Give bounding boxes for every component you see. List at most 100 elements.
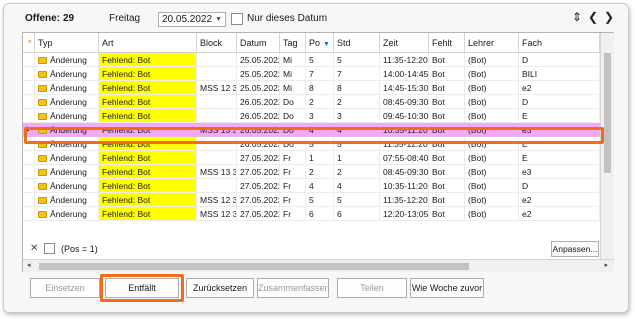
cell-tag[interactable]: Do [280,95,306,109]
cell-std[interactable]: 7 [334,67,380,81]
cell-po[interactable]: 7 [306,67,334,81]
scroll-right-icon[interactable]: ▸ [604,261,608,269]
cell-lehrer[interactable]: (Bot) [465,53,519,67]
cell-datum[interactable]: 26.05.2022 [237,137,280,151]
cell-typ[interactable]: Änderung [35,123,99,137]
cell-std[interactable]: 5 [334,137,380,151]
cell-tag[interactable]: Mi [280,81,306,95]
row-indicator-cell[interactable] [23,81,35,95]
cell-art[interactable]: Fehlend: Bot [99,207,197,221]
cell-block[interactable] [197,179,237,193]
cell-block[interactable] [197,137,237,151]
close-icon[interactable]: ✕ [30,243,38,254]
table-row[interactable]: Änderung Fehlend: Bot MSS 12 3227.05.2022F… [23,207,600,221]
cell-typ[interactable]: Änderung [35,53,99,67]
cell-art[interactable]: Fehlend: Bot [99,81,197,95]
cell-typ[interactable]: Änderung [35,109,99,123]
cell-tag[interactable]: Fr [280,207,306,221]
cell-zeit[interactable]: 08:45-09:30 [380,95,429,109]
cell-block[interactable]: MSS 12 31 [197,193,237,207]
teilen-button[interactable]: Teilen [337,278,407,298]
cell-fach[interactable]: D [519,179,600,193]
cell-tag[interactable]: Fr [280,179,306,193]
cell-lehrer[interactable]: (Bot) [465,95,519,109]
cell-datum[interactable]: 26.05.2022 [237,95,280,109]
cell-fehlt[interactable]: Bot [429,123,465,137]
row-indicator-cell[interactable]: ▶ [23,123,35,137]
cell-po[interactable]: 5 [306,53,334,67]
cell-datum[interactable]: 26.05.2022 [237,123,280,137]
cell-tag[interactable]: Do [280,109,306,123]
cell-fach[interactable]: E [519,137,600,151]
row-indicator-cell[interactable] [23,53,35,67]
table-row[interactable]: Änderung Fehlend: Bot 25.05.2022 Mi 7 7 14:00-… [23,67,600,81]
cell-lehrer[interactable]: (Bot) [465,165,519,179]
cell-fehlt[interactable]: Bot [429,165,465,179]
cell-std[interactable]: 2 [334,165,380,179]
cell-fach[interactable]: BILI [519,67,600,81]
cell-art[interactable]: Fehlend: Bot [99,179,197,193]
cell-typ[interactable]: Änderung [35,179,99,193]
cell-block[interactable] [197,95,237,109]
vertical-scrollbar[interactable] [600,33,614,259]
cell-datum[interactable]: 27.05.2022 [237,165,280,179]
cell-art[interactable]: Fehlend: Bot [99,123,197,137]
cell-fehlt[interactable]: Bot [429,193,465,207]
cell-po[interactable]: 8 [306,81,334,95]
column-header-block[interactable]: Block [197,33,237,53]
cell-fach[interactable]: e2 [519,81,600,95]
cell-po[interactable]: 4 [306,123,334,137]
table-row[interactable]: Änderung Fehlend: Bot MSS 13 3527.05.2022F… [23,165,600,179]
cell-lehrer[interactable]: (Bot) [465,123,519,137]
cell-fach[interactable]: E [519,151,600,165]
customize-button[interactable]: Anpassen... [551,241,599,257]
cell-fehlt[interactable]: Bot [429,109,465,123]
cell-lehrer[interactable]: (Bot) [465,207,519,221]
cell-art[interactable]: Fehlend: Bot [99,151,197,165]
row-indicator-cell[interactable] [23,193,35,207]
zuruecksetzen-button[interactable]: Zurücksetzen [186,278,254,298]
cell-block[interactable] [197,151,237,165]
row-indicator-cell[interactable] [23,179,35,193]
cell-datum[interactable]: 25.05.2022 [237,53,280,67]
chevron-left-icon[interactable]: ❮ [588,10,598,24]
cell-fehlt[interactable]: Bot [429,179,465,193]
cell-lehrer[interactable]: (Bot) [465,67,519,81]
einsetzen-button[interactable]: Einsetzen [30,278,100,298]
entfaellt-button[interactable]: Entfällt [105,278,179,298]
column-header-tag[interactable]: Tag [280,33,306,53]
cell-po[interactable]: 5 [306,137,334,151]
cell-art[interactable]: Fehlend: Bot [99,193,197,207]
row-indicator-cell[interactable] [23,137,35,151]
column-header-datum[interactable]: Datum [237,33,280,53]
cell-fach[interactable]: e3 [519,165,600,179]
cell-zeit[interactable]: 10:35-11:20 [380,179,429,193]
cell-po[interactable]: 6 [306,207,334,221]
cell-lehrer[interactable]: (Bot) [465,109,519,123]
column-header-zeit[interactable]: Zeit [380,33,429,53]
cell-zeit[interactable]: 14:45-15:30 [380,81,429,95]
row-indicator-cell[interactable] [23,67,35,81]
cell-zeit[interactable]: 07:55-08:40 [380,151,429,165]
cell-lehrer[interactable]: (Bot) [465,81,519,95]
cell-fehlt[interactable]: Bot [429,151,465,165]
cell-typ[interactable]: Änderung [35,193,99,207]
wie-woche-zuvor-button[interactable]: Wie Woche zuvor [410,278,484,298]
vertical-scroll-thumb[interactable] [604,53,611,173]
cell-fehlt[interactable]: Bot [429,81,465,95]
cell-po[interactable]: 2 [306,95,334,109]
date-picker[interactable]: 20.05.2022 ▼ [158,12,226,27]
zusammenfassen-button[interactable]: Zusammenfassen [257,278,330,298]
cell-datum[interactable]: 27.05.2022 [237,207,280,221]
cell-art[interactable]: Fehlend: Bot [99,137,197,151]
cell-tag[interactable]: Fr [280,165,306,179]
chevron-down-icon[interactable]: ▼ [215,14,222,26]
horizontal-scroll-thumb[interactable] [39,263,469,270]
cell-fehlt[interactable]: Bot [429,95,465,109]
table-row[interactable]: Änderung Fehlend: Bot MSS 12 3025.05.2022M… [23,81,600,95]
cell-fach[interactable]: e2 [519,207,600,221]
row-indicator-cell[interactable] [23,151,35,165]
table-row[interactable]: Änderung Fehlend: Bot 27.05.2022 Fr 4 4 10:35-… [23,179,600,193]
cell-tag[interactable]: Mi [280,53,306,67]
cell-typ[interactable]: Änderung [35,137,99,151]
